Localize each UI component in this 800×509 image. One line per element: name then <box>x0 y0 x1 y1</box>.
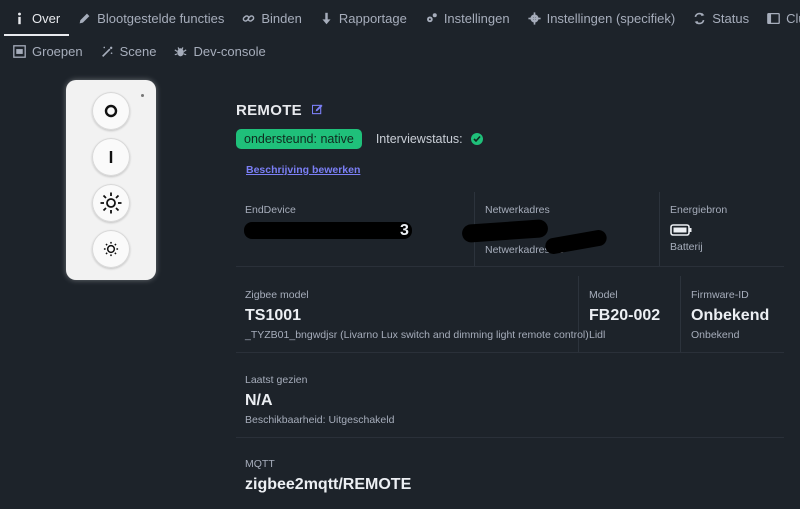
tab-label: Rapportage <box>338 10 407 26</box>
zigbee-label: Zigbee model <box>245 289 309 301</box>
mqtt-value: zigbee2mqtt/REMOTE <box>245 476 412 493</box>
off-button-picture <box>92 92 130 130</box>
firmware-cell: Firmware-ID Onbekend Onbekend <box>691 289 769 341</box>
info-icon <box>18 12 21 24</box>
device-tabs: Over Blootgestelde functies Binden Rappo… <box>0 0 800 66</box>
tab-label: Over <box>32 10 61 26</box>
gear-icon <box>528 11 541 25</box>
tab-clusters[interactable]: Clusters <box>758 0 800 36</box>
redacted-ieee-address <box>244 222 412 239</box>
tab-groepen[interactable]: Groepen <box>4 36 92 66</box>
tab-binden[interactable]: Binden <box>233 0 310 36</box>
tab-blootgestelde-functies[interactable]: Blootgestelde functies <box>69 0 233 36</box>
tab-label: Dev-console <box>193 43 266 59</box>
tab-row-1: Over Blootgestelde functies Binden Rappo… <box>0 0 800 36</box>
link-icon <box>243 14 255 22</box>
enddevice-label: EndDevice <box>245 204 296 216</box>
sync-icon <box>694 12 705 24</box>
brightness-down-picture <box>92 230 130 268</box>
zigbee-sub: _TYZB01_bngwdjsr (Livarno Lux switch and… <box>245 329 589 341</box>
remote-control-picture <box>66 80 156 280</box>
divider <box>659 192 660 266</box>
tab-label: Instellingen <box>443 10 510 26</box>
tab-instellingen[interactable]: Instellingen <box>416 0 519 36</box>
zigbee-model-cell: Zigbee model TS1001 _TYZB01_bngwdjsr (Li… <box>245 289 589 341</box>
edit-name-icon[interactable] <box>311 103 323 118</box>
model-cell: Model FB20-002 Lidl <box>589 289 660 341</box>
support-badge: ondersteund: native <box>236 129 362 149</box>
last-seen-cell: Laatst gezien N/A Beschikbaarheid: Uitge… <box>245 374 394 426</box>
power-label: Energiebron <box>670 204 728 216</box>
ieee-tail: 3 <box>400 222 409 239</box>
divider <box>680 276 681 352</box>
tab-dev-console[interactable]: Dev-console <box>165 36 274 66</box>
tab-label: Instellingen (specifiek) <box>546 10 676 26</box>
tab-row-2: Groepen Scene Dev-console <box>0 36 800 66</box>
brightness-up-picture <box>92 184 130 222</box>
tab-status[interactable]: Status <box>684 0 758 36</box>
cogs-icon <box>426 12 437 22</box>
firmware-sub: Onbekend <box>691 329 740 341</box>
tab-label: Status <box>712 10 750 26</box>
lastseen-label: Laatst gezien <box>245 374 308 386</box>
groups-icon <box>13 44 26 58</box>
model-label: Model <box>589 289 618 301</box>
interview-label: Interviewstatus: <box>375 132 463 146</box>
mqtt-cell: MQTT zigbee2mqtt/REMOTE <box>245 458 411 494</box>
device-title-row: REMOTE <box>236 102 323 119</box>
on-button-picture <box>92 138 130 176</box>
network-label: Netwerkadres <box>485 204 550 216</box>
lastseen-sub: Beschikbaarheid: Uitgeschakeld <box>245 414 395 426</box>
power-cell: Energiebron Batterij <box>670 204 727 253</box>
lastseen-value: N/A <box>245 392 273 409</box>
pencil-icon <box>79 13 90 23</box>
tab-label: Clusters <box>786 10 800 26</box>
zigbee-value: TS1001 <box>245 307 302 324</box>
firmware-value: Onbekend <box>691 307 770 324</box>
device-image <box>66 80 156 280</box>
enddevice-cell: EndDevice <box>245 204 296 216</box>
tab-label: Blootgestelde functies <box>97 10 225 26</box>
edit-description-link[interactable]: Beschrijving bewerken <box>246 164 360 176</box>
led-indicator <box>141 94 144 97</box>
tab-scene[interactable]: Scene <box>92 36 166 66</box>
check-icon <box>470 133 483 145</box>
tab-instellingen-specifiek[interactable]: Instellingen (specifiek) <box>519 0 685 36</box>
tab-rapportage[interactable]: Rapportage <box>311 0 416 36</box>
status-row: ondersteund: native Interviewstatus: <box>236 129 483 149</box>
tab-label: Scene <box>119 43 157 59</box>
mqtt-label: MQTT <box>245 458 275 470</box>
divider <box>236 437 784 438</box>
divider <box>236 266 784 267</box>
clusters-icon <box>767 12 780 24</box>
tab-label: Groepen <box>32 43 83 59</box>
download-arrow-icon <box>322 12 331 24</box>
device-title: REMOTE <box>236 102 302 119</box>
firmware-label: Firmware-ID <box>691 289 749 301</box>
model-sub: Lidl <box>589 329 606 341</box>
power-sub: Batterij <box>670 241 703 253</box>
bug-icon <box>174 46 187 56</box>
divider <box>236 352 784 353</box>
interview-status: Interviewstatus: <box>376 132 483 146</box>
battery-icon <box>670 224 692 236</box>
tab-over[interactable]: Over <box>4 0 69 36</box>
model-value: FB20-002 <box>589 307 661 324</box>
magic-wand-icon <box>101 46 112 57</box>
tab-label: Binden <box>261 10 302 26</box>
